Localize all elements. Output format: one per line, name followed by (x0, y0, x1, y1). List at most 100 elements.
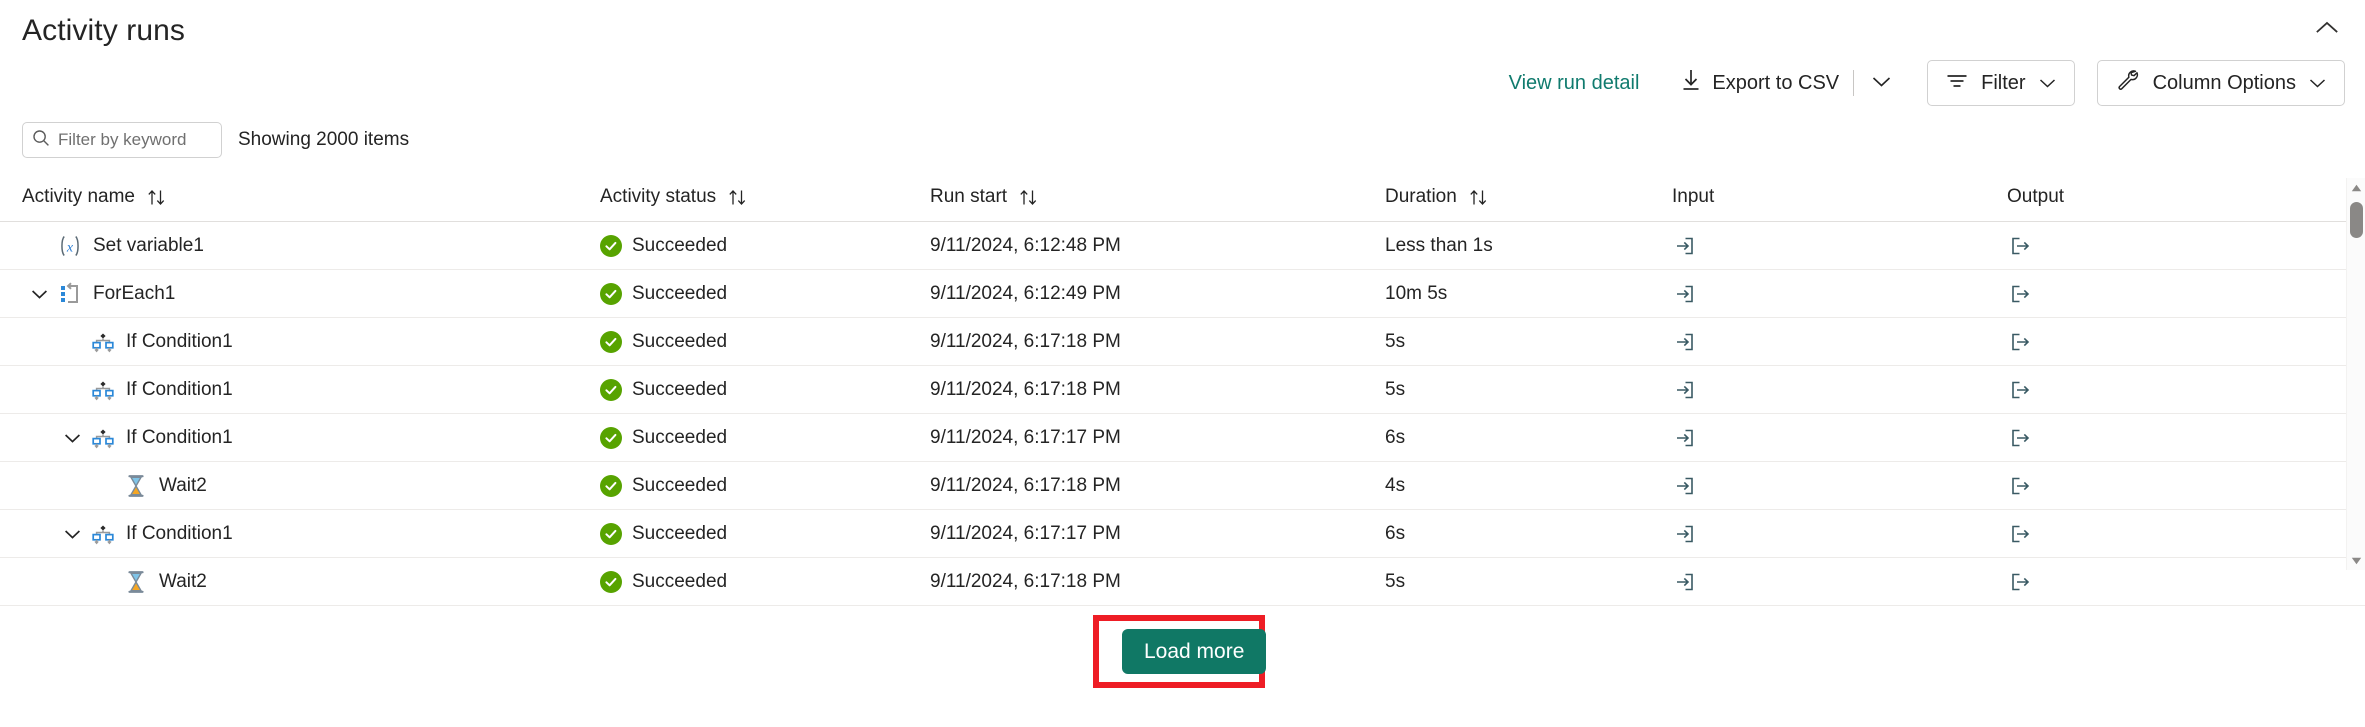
search-box[interactable] (22, 122, 279, 158)
cell-activity-name: If Condition1 (89, 318, 233, 366)
filter-button[interactable]: Filter (1927, 60, 2075, 106)
search-input[interactable] (58, 130, 279, 150)
scroll-up-arrow-icon[interactable] (2347, 178, 2365, 197)
cell-duration: 6s (1385, 523, 1406, 544)
table-row[interactable]: If Condition1 Succeeded 9/11/2024, 6:17:18… (0, 366, 2365, 414)
cell-activity-name: Wait2 (122, 462, 207, 510)
column-header-activity-status[interactable]: Activity status (600, 186, 747, 208)
cell-input (1672, 510, 1698, 558)
column-header-activity-name[interactable]: Activity name (22, 186, 166, 208)
column-header-label: Activity name (22, 186, 135, 207)
status-label: Succeeded (632, 523, 728, 544)
filter-row: Showing 2000 items (22, 122, 409, 158)
scroll-down-arrow-icon[interactable] (2347, 551, 2365, 570)
filter-lines-icon (1946, 72, 1968, 95)
cell-activity-status: Succeeded (600, 318, 727, 366)
cell-activity-name: Wait2 (122, 558, 207, 606)
cell-run-start: 9/11/2024, 6:12:49 PM (930, 283, 1121, 304)
row-expand-toggle[interactable] (59, 425, 85, 451)
cell-run-start: 9/11/2024, 6:17:18 PM (930, 571, 1121, 592)
column-header-duration[interactable]: Duration (1385, 186, 1488, 208)
set-variable-icon: x (56, 232, 84, 260)
input-detail-button[interactable] (1672, 473, 1698, 499)
cell-output (2007, 510, 2033, 558)
cell-activity-status: Succeeded (600, 270, 727, 318)
input-detail-button[interactable] (1672, 281, 1698, 307)
row-expand-toggle[interactable] (59, 521, 85, 547)
input-detail-button[interactable] (1672, 377, 1698, 403)
output-detail-button[interactable] (2007, 425, 2033, 451)
table-row[interactable]: If Condition1 Succeeded 9/11/2024, 6:17:18… (0, 318, 2365, 366)
table-row[interactable]: x Set variable1 Succeeded 9/11/2024, 6:12:4… (0, 222, 2365, 270)
cell-duration: 4s (1385, 475, 1406, 496)
activity-name-label: If Condition1 (126, 331, 233, 352)
column-options-button[interactable]: Column Options (2096, 60, 2345, 106)
cell-output (2007, 366, 2033, 414)
column-header-label: Run start (930, 186, 1008, 207)
cell-output (2007, 558, 2033, 606)
status-label: Succeeded (632, 283, 728, 304)
export-to-csv-label: Export to CSV (1712, 71, 1840, 94)
input-detail-button[interactable] (1672, 569, 1698, 595)
command-bar: View run detail Export to CSV Filter Col… (1499, 58, 2345, 108)
activity-name-label: Wait2 (159, 571, 207, 592)
sort-arrows-icon (728, 189, 747, 206)
cell-run-start: 9/11/2024, 6:17:18 PM (930, 331, 1121, 352)
table-header-row: Activity name Activity status Run start … (0, 178, 2365, 222)
cell-input (1672, 318, 1698, 366)
output-detail-button[interactable] (2007, 377, 2033, 403)
table-row[interactable]: If Condition1 Succeeded 9/11/2024, 6:17:17… (0, 414, 2365, 462)
table-row[interactable]: If Condition1 Succeeded 9/11/2024, 6:17:17… (0, 510, 2365, 558)
output-detail-button[interactable] (2007, 233, 2033, 259)
cell-activity-status: Succeeded (600, 366, 727, 414)
cell-activity-status: Succeeded (600, 414, 727, 462)
cell-input (1672, 366, 1698, 414)
cell-input (1672, 414, 1698, 462)
cell-duration: 10m 5s (1385, 283, 1448, 304)
output-detail-button[interactable] (2007, 569, 2033, 595)
column-header-label: Input (1672, 186, 1715, 207)
success-check-circle-icon (600, 427, 622, 449)
sort-arrows-icon (1469, 189, 1488, 206)
chevron-down-icon (2309, 72, 2326, 95)
output-detail-button[interactable] (2007, 521, 2033, 547)
export-options-caret-button[interactable] (1858, 70, 1905, 97)
foreach-loop-icon (56, 280, 84, 308)
success-check-circle-icon (600, 475, 622, 497)
scrollbar-thumb[interactable] (2350, 202, 2363, 238)
input-detail-button[interactable] (1672, 329, 1698, 355)
input-detail-button[interactable] (1672, 425, 1698, 451)
table-row[interactable]: Wait2 Succeeded 9/11/2024, 6:17:18 PM 4s (0, 462, 2365, 510)
cell-run-start: 9/11/2024, 6:17:18 PM (930, 379, 1121, 400)
table-row[interactable]: Wait2 Succeeded 9/11/2024, 6:17:18 PM 5s (0, 558, 2365, 606)
table-vertical-scrollbar[interactable] (2346, 178, 2365, 570)
column-header-input: Input (1672, 186, 1714, 208)
success-check-circle-icon (600, 331, 622, 353)
status-label: Succeeded (632, 379, 728, 400)
cell-output (2007, 222, 2033, 270)
output-detail-button[interactable] (2007, 473, 2033, 499)
success-check-circle-icon (600, 283, 622, 305)
cell-run-start: 9/11/2024, 6:17:17 PM (930, 427, 1121, 448)
output-detail-button[interactable] (2007, 329, 2033, 355)
cell-activity-name: If Condition1 (64, 414, 233, 462)
cell-input (1672, 462, 1698, 510)
load-more-button[interactable]: Load more (1122, 629, 1267, 674)
collapse-panel-button[interactable] (2307, 10, 2347, 46)
row-expand-toggle[interactable] (26, 281, 52, 307)
column-header-label: Duration (1385, 186, 1457, 207)
success-check-circle-icon (600, 523, 622, 545)
sort-arrows-icon (147, 189, 166, 206)
cell-activity-status: Succeeded (600, 222, 727, 270)
table-row[interactable]: ForEach1 Succeeded 9/11/2024, 6:12:49 PM 10… (0, 270, 2365, 318)
column-header-run-start[interactable]: Run start (930, 186, 1038, 208)
activity-name-label: Wait2 (159, 475, 207, 496)
export-to-csv-button[interactable]: Export to CSV (1675, 63, 1849, 103)
output-detail-button[interactable] (2007, 281, 2033, 307)
table-body: x Set variable1 Succeeded 9/11/2024, 6:12:4… (0, 222, 2365, 614)
input-detail-button[interactable] (1672, 233, 1698, 259)
input-detail-button[interactable] (1672, 521, 1698, 547)
view-run-detail-link[interactable]: View run detail (1499, 66, 1650, 101)
success-check-circle-icon (600, 571, 622, 593)
if-condition-icon (89, 328, 117, 356)
